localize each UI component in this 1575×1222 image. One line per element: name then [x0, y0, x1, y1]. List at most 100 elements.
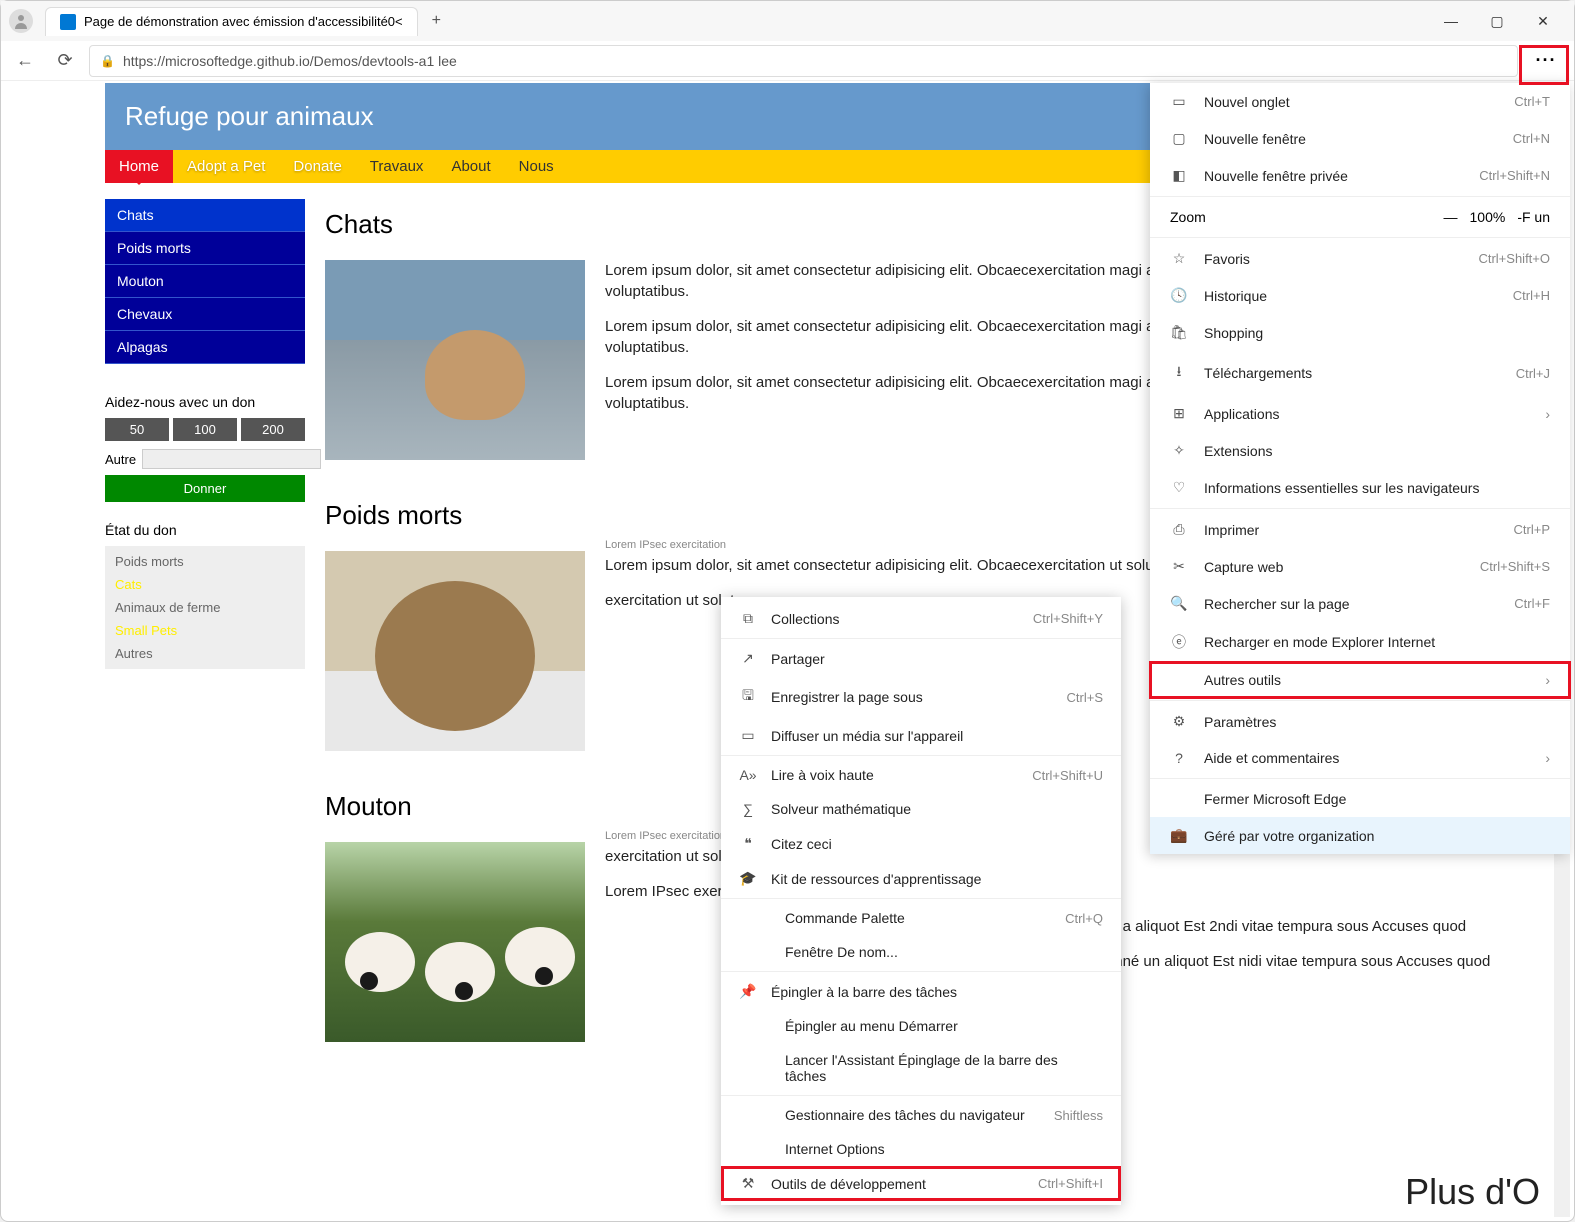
minimize-button[interactable]: — — [1428, 5, 1474, 37]
submenu-item[interactable]: ▭Diffuser un média sur l'appareil — [721, 718, 1121, 753]
maximize-button[interactable]: ▢ — [1474, 5, 1520, 37]
dog-image — [325, 551, 585, 751]
submenu-icon: ⚒ — [739, 1175, 757, 1192]
menu-label: Nouvel onglet — [1204, 94, 1498, 110]
sidebar-item[interactable]: Chevaux — [105, 298, 305, 331]
menu-item[interactable]: 🔍Rechercher sur la pageCtrl+F — [1150, 585, 1570, 622]
menu-item[interactable]: ⊞Applications› — [1150, 395, 1570, 432]
submenu-item[interactable]: ⚒Outils de développementCtrl+Shift+I — [721, 1166, 1121, 1201]
menu-label: Informations essentielles sur les naviga… — [1204, 480, 1534, 496]
submenu-label: Commande Palette — [785, 910, 1051, 926]
sidebar-item[interactable]: Chats — [105, 199, 305, 232]
menu-item[interactable]: 🕓HistoriqueCtrl+H — [1150, 277, 1570, 314]
submenu-item[interactable]: Internet Options — [721, 1132, 1121, 1166]
menu-separator — [721, 755, 1121, 756]
submenu-item[interactable]: Lancer l'Assistant Épinglage de la barre… — [721, 1043, 1121, 1093]
menu-item[interactable]: 💼 Géré par votre organization — [1150, 817, 1570, 854]
profile-avatar[interactable] — [9, 9, 33, 33]
menu-icon: 💼 — [1170, 827, 1188, 844]
menu-label: Imprimer — [1204, 522, 1498, 538]
menu-label: Historique — [1204, 288, 1497, 304]
donate-buttons: 50100200 — [105, 418, 305, 441]
menu-item[interactable]: Autres outils› — [1150, 662, 1570, 698]
menu-label: Géré par votre organization — [1204, 828, 1534, 844]
nav-about[interactable]: About — [437, 150, 504, 183]
url-field[interactable]: 🔒 https://microsoftedge.github.io/Demos/… — [89, 45, 1518, 77]
status-list: Poids mortsCatsAnimaux de fermeSmall Pet… — [105, 546, 305, 669]
submenu-item[interactable]: 🖫Enregistrer la page sousCtrl+S — [721, 676, 1121, 718]
menu-item[interactable]: Fermer Microsoft Edge — [1150, 781, 1570, 817]
menu-label: Favoris — [1204, 251, 1462, 267]
sidebar-item[interactable]: Mouton — [105, 265, 305, 298]
donate-other-input[interactable] — [142, 449, 321, 469]
menu-item[interactable]: ⚙Paramètres — [1150, 703, 1570, 740]
menu-item[interactable]: ⎙ImprimerCtrl+P — [1150, 511, 1570, 548]
status-item: Autres — [109, 642, 301, 665]
submenu-item[interactable]: 📌Épingler à la barre des tâches — [721, 974, 1121, 1009]
menu-item[interactable]: ⓔRecharger en mode Explorer Internet — [1150, 622, 1570, 662]
submenu-item[interactable]: A»Lire à voix hauteCtrl+Shift+U — [721, 758, 1121, 792]
menu-item[interactable]: ☆FavorisCtrl+Shift+O — [1150, 240, 1570, 277]
submenu-label: Citez ceci — [771, 836, 1089, 852]
sidebar-item[interactable]: Alpagas — [105, 331, 305, 364]
donate-button[interactable]: Donner — [105, 475, 305, 502]
menu-icon: ▭ — [1170, 93, 1188, 110]
status-section: État du don Poids mortsCatsAnimaux de fe… — [105, 522, 305, 669]
zoom-full[interactable]: -F un — [1517, 209, 1550, 225]
submenu-item[interactable]: Fenêtre De nom... — [721, 935, 1121, 969]
menu-icon: ☆ — [1170, 250, 1188, 267]
menu-item[interactable]: 🛍Shopping — [1150, 314, 1570, 351]
submenu-item[interactable]: 🎓Kit de ressources d'apprentissage — [721, 861, 1121, 896]
nav-nous[interactable]: Nous — [505, 150, 568, 183]
more-button[interactable]: ··· — [1526, 43, 1566, 79]
menu-icon: ◧ — [1170, 167, 1188, 184]
donate-amount[interactable]: 50 — [105, 418, 169, 441]
donate-amount[interactable]: 200 — [241, 418, 305, 441]
sidebar-list: ChatsPoids mortsMoutonChevauxAlpagas — [105, 199, 305, 364]
submenu-item[interactable]: ∑Solveur mathématique — [721, 792, 1121, 826]
submenu-icon: A» — [739, 767, 757, 783]
address-bar: ← ⟳ 🔒 https://microsoftedge.github.io/De… — [1, 41, 1574, 81]
zoom-out[interactable]: — — [1444, 209, 1458, 225]
back-button[interactable]: ← — [9, 45, 41, 77]
close-button[interactable]: ✕ — [1520, 5, 1566, 37]
submenu-item[interactable]: Commande PaletteCtrl+Q — [721, 901, 1121, 935]
submenu-shortcut: Ctrl+Shift+Y — [1033, 611, 1103, 626]
menu-icon: ♡ — [1170, 479, 1188, 496]
menu-icon: ✧ — [1170, 442, 1188, 459]
submenu-label: Outils de développement — [771, 1176, 1024, 1192]
donate-amount[interactable]: 100 — [173, 418, 237, 441]
menu-shortcut: Ctrl+F — [1514, 596, 1550, 611]
menu-item[interactable]: ◧Nouvelle fenêtre privéeCtrl+Shift+N — [1150, 157, 1570, 194]
nav-adopt-a-pet[interactable]: Adopt a Pet — [173, 150, 279, 183]
menu-item[interactable]: ▢Nouvelle fenêtreCtrl+N — [1150, 120, 1570, 157]
menu-label: Recharger en mode Explorer Internet — [1204, 634, 1534, 650]
menu-item[interactable]: ⭳TéléchargementsCtrl+J — [1150, 351, 1570, 395]
new-tab-button[interactable]: + — [424, 8, 449, 34]
nav-travaux[interactable]: Travaux — [356, 150, 438, 183]
submenu-item[interactable]: ❝Citez ceci — [721, 826, 1121, 861]
submenu-label: Fenêtre De nom... — [785, 944, 1089, 960]
menu-item[interactable]: ▭Nouvel ongletCtrl+T — [1150, 83, 1570, 120]
submenu-label: Épingler au menu Démarrer — [785, 1018, 1089, 1034]
page-icon — [60, 14, 76, 30]
zoom-label: Zoom — [1170, 209, 1432, 225]
submenu-label: Épingler à la barre des tâches — [771, 984, 1089, 1000]
submenu-item[interactable]: Gestionnaire des tâches du navigateurShi… — [721, 1098, 1121, 1132]
browser-tab[interactable]: Page de démonstration avec émission d'ac… — [45, 7, 418, 36]
nav-donate[interactable]: Donate — [279, 150, 355, 183]
nav-home[interactable]: Home — [105, 150, 173, 183]
settings-menu: ▭Nouvel ongletCtrl+T▢Nouvelle fenêtreCtr… — [1150, 83, 1570, 854]
submenu-item[interactable]: ↗Partager — [721, 641, 1121, 676]
menu-item[interactable]: ✂Capture webCtrl+Shift+S — [1150, 548, 1570, 585]
submenu-item[interactable]: ⧉CollectionsCtrl+Shift+Y — [721, 601, 1121, 636]
sidebar-item[interactable]: Poids morts — [105, 232, 305, 265]
menu-icon: ✂ — [1170, 558, 1188, 575]
menu-item[interactable]: ?Aide et commentaires› — [1150, 740, 1570, 776]
refresh-button[interactable]: ⟳ — [49, 45, 81, 77]
menu-label: Applications — [1204, 406, 1513, 422]
menu-icon: ▢ — [1170, 130, 1188, 147]
submenu-item[interactable]: Épingler au menu Démarrer — [721, 1009, 1121, 1043]
menu-item[interactable]: ✧Extensions — [1150, 432, 1570, 469]
menu-item[interactable]: ♡ Informations essentielles sur les navig… — [1150, 469, 1570, 506]
